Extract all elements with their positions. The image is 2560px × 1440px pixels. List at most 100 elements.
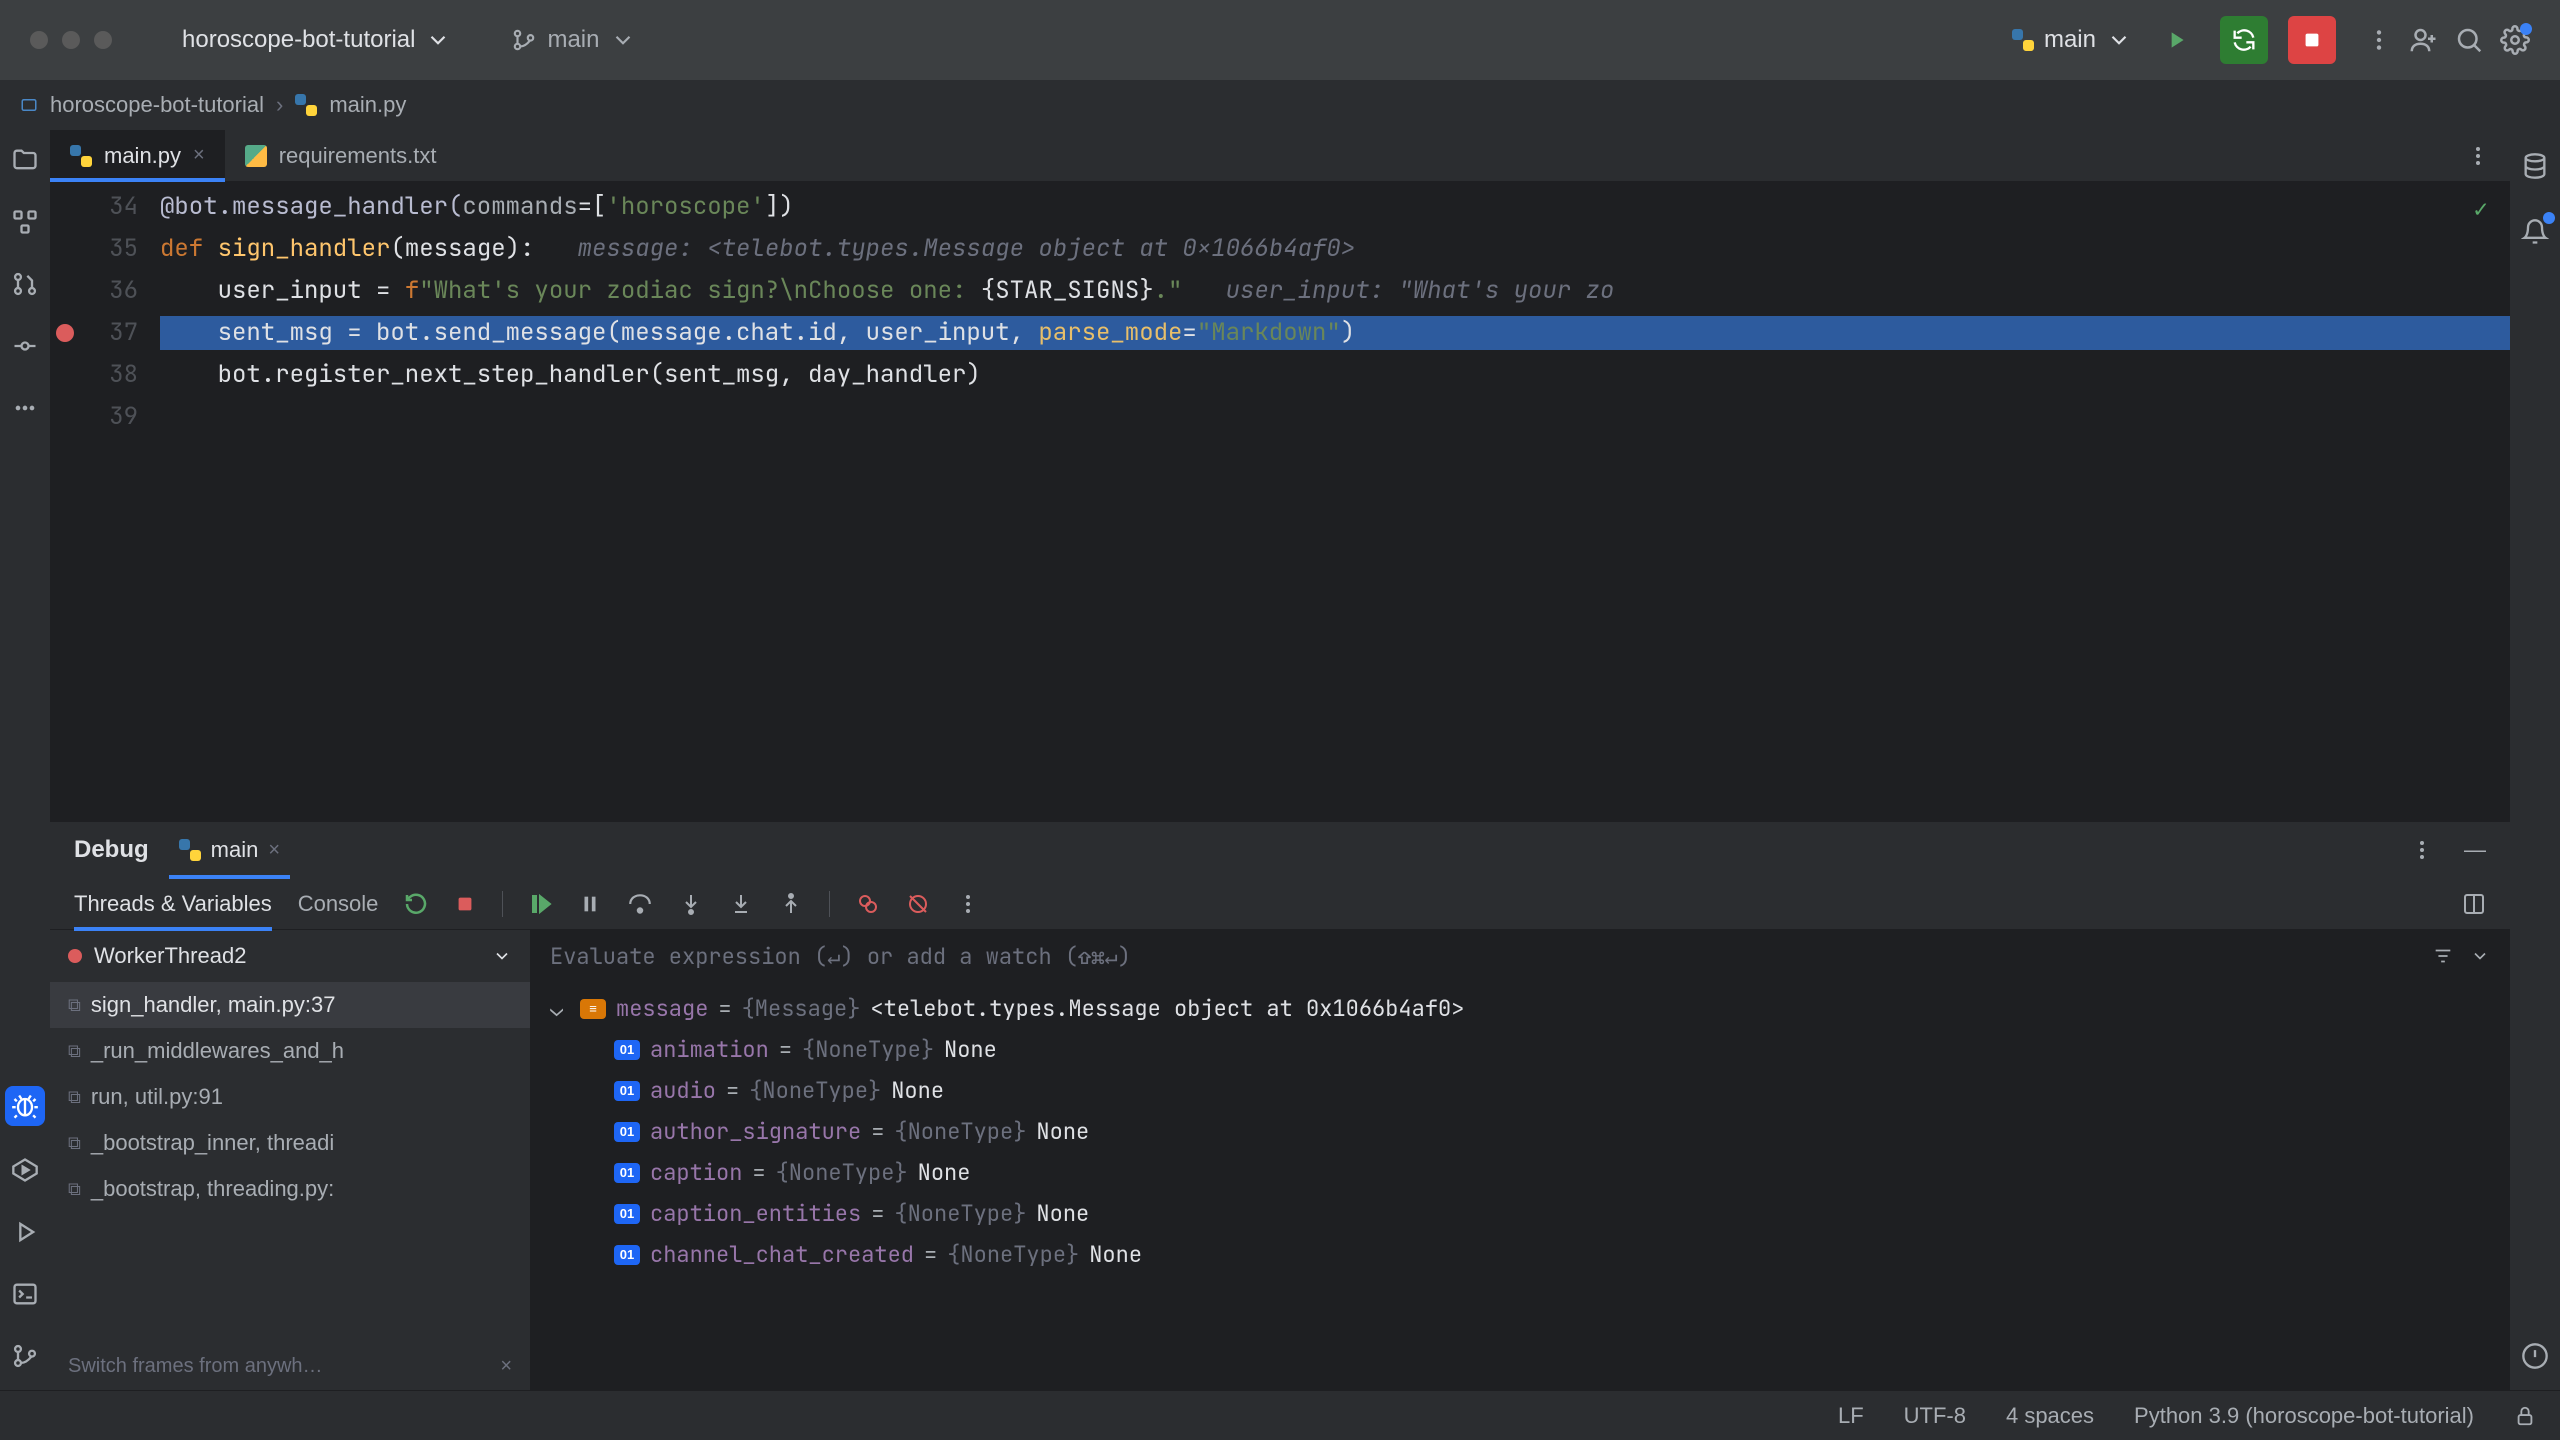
window-controls <box>30 31 112 49</box>
step-out-button[interactable] <box>779 892 803 916</box>
step-over-button[interactable] <box>627 891 653 917</box>
breakpoint-marker[interactable] <box>56 324 74 342</box>
editor-area: main.py × requirements.txt ✓ 34 35 36 37… <box>50 130 2510 1390</box>
debug-toolbar: Threads & Variables Console <box>50 878 2510 930</box>
frame-item[interactable]: ⧉_bootstrap, threading.py: <box>50 1166 530 1212</box>
breadcrumb-file[interactable]: main.py <box>329 92 406 118</box>
notification-dot <box>2543 212 2555 224</box>
play-icon <box>11 1218 39 1246</box>
frame-item[interactable]: ⧉run, util.py:91 <box>50 1074 530 1120</box>
close-hint[interactable]: × <box>500 1355 512 1378</box>
stop-debug-button[interactable] <box>454 893 476 915</box>
more-tools[interactable] <box>7 390 43 426</box>
chevron-down-icon <box>492 946 512 966</box>
git-branch-dropdown[interactable]: main <box>511 26 635 54</box>
gutter[interactable]: 34 35 36 37 38 39 <box>50 182 160 820</box>
var-type-badge: 01 <box>614 1040 640 1060</box>
resume-button[interactable] <box>529 892 553 916</box>
code-editor[interactable]: ✓ 34 35 36 37 38 39 @bot.message_handler… <box>50 182 2510 820</box>
terminal-tool[interactable] <box>7 1276 43 1312</box>
debug-tool[interactable] <box>5 1086 45 1126</box>
threads-variables-tab[interactable]: Threads & Variables <box>74 879 272 929</box>
variable-row[interactable]: 01channel_chat_created = {NoneType} None <box>550 1234 2510 1275</box>
collapse-arrow[interactable]: ⌄ <box>550 994 570 1023</box>
debug-more[interactable] <box>2410 838 2434 862</box>
debug-session-tab[interactable]: main × <box>179 823 280 877</box>
variable-row[interactable]: 01author_signature = {NoneType} None <box>550 1111 2510 1152</box>
debug-more-actions[interactable] <box>956 892 980 916</box>
step-into-icon <box>679 892 703 916</box>
view-breakpoints-button[interactable] <box>856 892 880 916</box>
readonly-toggle[interactable] <box>2514 1405 2536 1427</box>
database-tool[interactable] <box>2517 148 2553 184</box>
line-separator[interactable]: LF <box>1838 1403 1864 1429</box>
minimize-debug[interactable]: — <box>2464 837 2486 863</box>
close-tab[interactable]: × <box>193 144 205 167</box>
maximize-window[interactable] <box>94 31 112 49</box>
structure-tool[interactable] <box>7 204 43 240</box>
editor-tab-main[interactable]: main.py × <box>50 130 225 181</box>
expand-vars-button[interactable] <box>2470 946 2490 966</box>
breadcrumb-root[interactable]: horoscope-bot-tutorial <box>50 92 264 118</box>
variable-row[interactable]: 01animation = {NoneType} None <box>550 1029 2510 1070</box>
frame-item[interactable]: ⧉_run_middlewares_and_h <box>50 1028 530 1074</box>
services-tool[interactable] <box>7 1152 43 1188</box>
pull-requests-tool[interactable] <box>7 266 43 302</box>
variable-row[interactable]: 01caption = {NoneType} None <box>550 1152 2510 1193</box>
frames-panel: WorkerThread2 ⧉sign_handler, main.py:37 … <box>50 930 530 1390</box>
eval-input[interactable]: Evaluate expression (↵) or add a watch (… <box>550 942 1131 971</box>
search-button[interactable] <box>2454 25 2484 55</box>
rerun-icon <box>404 892 428 916</box>
python-icon <box>179 839 201 861</box>
titlebar: horoscope-bot-tutorial main main <box>0 0 2560 80</box>
problems-tool[interactable] <box>2517 1338 2553 1374</box>
run-button[interactable] <box>2152 16 2200 64</box>
variable-row[interactable]: 01caption_entities = {NoneType} None <box>550 1193 2510 1234</box>
commit-tool[interactable] <box>7 328 43 364</box>
close-debug-tab[interactable]: × <box>268 839 280 862</box>
branch-icon <box>11 1342 39 1370</box>
variable-row[interactable]: ⌄ ≡ message = {Message} <telebot.types.M… <box>550 988 2510 1029</box>
more-actions[interactable] <box>2366 27 2392 53</box>
interpreter[interactable]: Python 3.9 (horoscope-bot-tutorial) <box>2134 1403 2474 1429</box>
thread-selector[interactable]: WorkerThread2 <box>50 930 530 982</box>
settings-button[interactable] <box>2500 25 2530 55</box>
frame-item[interactable]: ⧉_bootstrap_inner, threadi <box>50 1120 530 1166</box>
var-type-badge: 01 <box>614 1122 640 1142</box>
notification-dot <box>2520 23 2532 35</box>
stop-button[interactable] <box>2288 16 2336 64</box>
problems-indicator[interactable]: ✓ <box>2474 194 2488 225</box>
run-config-dropdown[interactable]: main <box>2012 26 2132 54</box>
project-dropdown[interactable]: horoscope-bot-tutorial <box>182 26 451 54</box>
project-tool[interactable] <box>7 142 43 178</box>
encoding[interactable]: UTF-8 <box>1904 1403 1966 1429</box>
debug-button[interactable] <box>2220 16 2268 64</box>
rerun-button[interactable] <box>404 892 428 916</box>
pause-button[interactable] <box>579 893 601 915</box>
layout-button[interactable] <box>2462 892 2486 916</box>
variable-row[interactable]: 01audio = {NoneType} None <box>550 1070 2510 1111</box>
editor-tab-requirements[interactable]: requirements.txt <box>225 130 457 181</box>
step-into-my-button[interactable] <box>729 892 753 916</box>
frames-hint: Switch frames from anywh… × <box>50 1343 530 1390</box>
branch-icon <box>511 27 537 53</box>
indent[interactable]: 4 spaces <box>2006 1403 2094 1429</box>
code-with-me-button[interactable] <box>2408 25 2438 55</box>
run-tool[interactable] <box>7 1214 43 1250</box>
minimize-window[interactable] <box>62 31 80 49</box>
editor-tabs: main.py × requirements.txt <box>50 130 2510 182</box>
mute-breakpoints-button[interactable] <box>906 892 930 916</box>
variables-panel: Evaluate expression (↵) or add a watch (… <box>530 930 2510 1390</box>
step-into-button[interactable] <box>679 892 703 916</box>
close-window[interactable] <box>30 31 48 49</box>
more-vertical-icon <box>956 892 980 916</box>
console-tab[interactable]: Console <box>298 879 379 929</box>
add-watch-button[interactable] <box>2432 945 2454 967</box>
layout-icon <box>2462 892 2486 916</box>
notifications-tool[interactable] <box>2517 214 2553 250</box>
step-into-my-icon <box>729 892 753 916</box>
tabs-more[interactable] <box>2446 130 2510 181</box>
breakpoints-icon <box>856 892 880 916</box>
frame-item[interactable]: ⧉sign_handler, main.py:37 <box>50 982 530 1028</box>
vcs-tool[interactable] <box>7 1338 43 1374</box>
